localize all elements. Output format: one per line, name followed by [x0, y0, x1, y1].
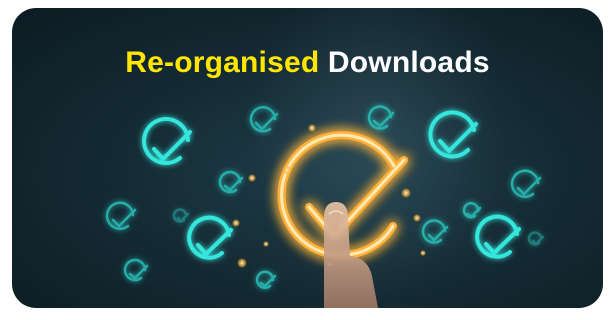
- check-circle-icon: [527, 231, 545, 246]
- check-circle-icon: [123, 258, 149, 282]
- check-circle-icon: [255, 270, 277, 289]
- check-circle-icon: [249, 106, 279, 133]
- banner-card: Re-organised Downloads: [12, 8, 603, 308]
- check-circle-icon: [428, 110, 478, 159]
- headline-accent: Re-organised: [125, 46, 320, 79]
- check-circle-icon: [172, 208, 190, 223]
- check-circle-icon: [367, 105, 395, 130]
- check-circle-icon: [105, 201, 137, 230]
- check-circle-icon: [510, 169, 542, 198]
- check-circle-icon: [218, 170, 244, 194]
- headline-rest: Downloads: [327, 46, 490, 79]
- check-circle-icon: [462, 202, 482, 219]
- check-circle-icon: [421, 219, 449, 244]
- check-circle-icon: [142, 117, 192, 166]
- check-circle-icon: [475, 214, 521, 259]
- check-circle-icon: [187, 215, 233, 260]
- banner-headline: Re-organised Downloads: [12, 46, 603, 80]
